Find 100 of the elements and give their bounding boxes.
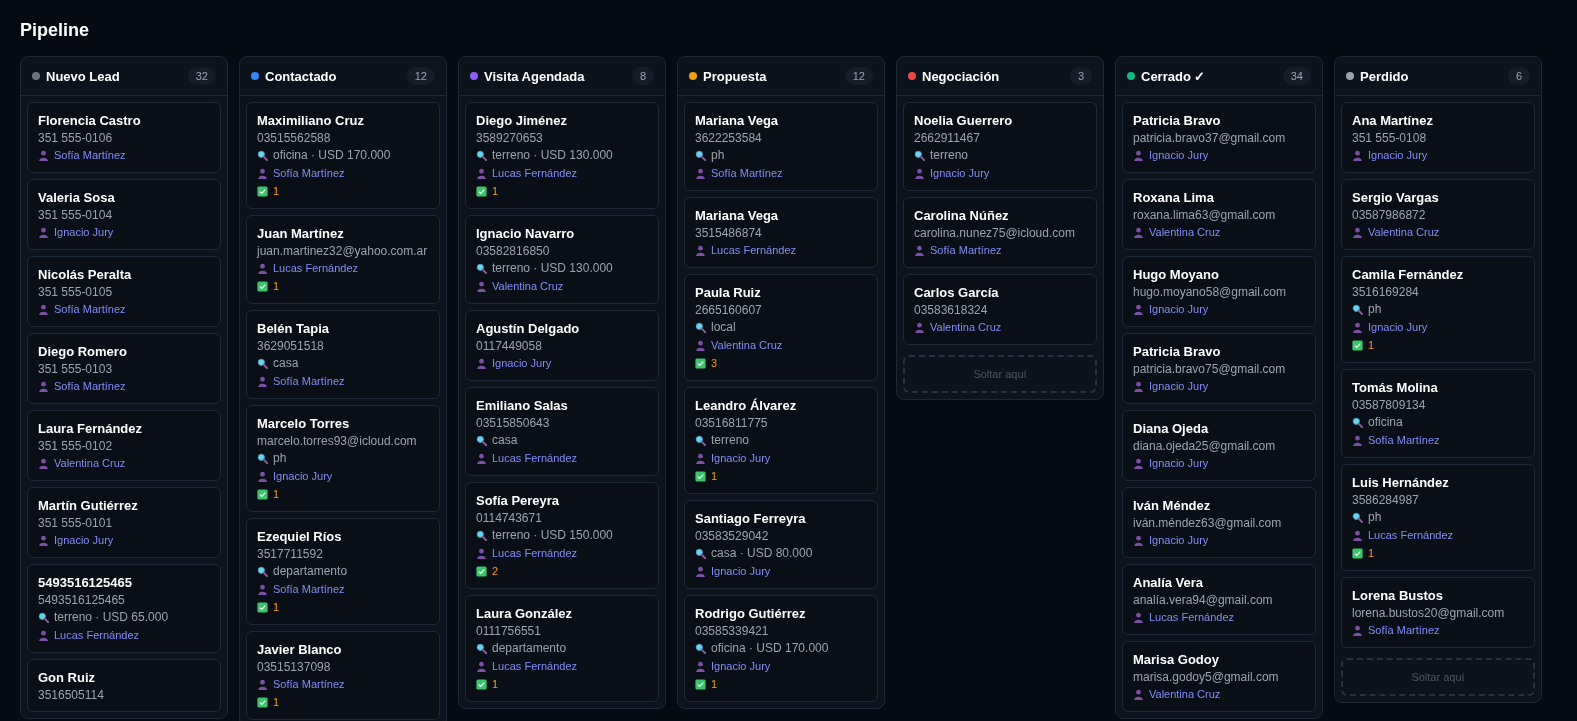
- lead-card[interactable]: Lorena Bustos lorena.bustos20@gmail.com Sofía Martínez: [1341, 577, 1535, 648]
- agent-name: Ignacio Jury: [54, 226, 114, 238]
- search-icon: [257, 149, 268, 161]
- agent-name: Sofía Martínez: [54, 303, 126, 315]
- column-title: Cerrado ✓: [1141, 68, 1207, 84]
- lead-name: Diego Romero: [38, 343, 128, 361]
- search-criteria: terreno · USD 150.000: [492, 528, 613, 542]
- lead-card[interactable]: Analía Vera analía.vera94@gmail.com Lucas Fernández: [1122, 564, 1316, 635]
- agent-name: Lucas Fernández: [1149, 611, 1234, 623]
- lead-card[interactable]: Patricia Bravo patricia.bravo37@gmail.com Ignacio Jury: [1122, 102, 1316, 173]
- lead-card[interactable]: Camila Fernández 3516169284 ph Ignacio Jury 1: [1341, 256, 1535, 363]
- lead-card[interactable]: Iván Méndez iván.méndez63@gmail.com Ignacio Jury: [1122, 487, 1316, 558]
- agent-name: Lucas Fernández: [492, 660, 577, 672]
- task-count: 1: [1368, 339, 1375, 351]
- search-icon: [695, 149, 706, 161]
- task-count: 1: [273, 696, 280, 708]
- lead-card[interactable]: Mariana Vega 3622253584 ph Sofía Martínez: [684, 102, 878, 191]
- person-icon: [1133, 688, 1144, 700]
- lead-contact: 0111756551: [476, 623, 542, 639]
- lead-card[interactable]: Belén Tapia 3629051518 casa Sofía Martínez: [246, 310, 440, 399]
- lead-name: Laura Fernández: [38, 420, 144, 438]
- lead-name: Iván Méndez: [1133, 497, 1212, 515]
- count-badge: 12: [406, 67, 435, 85]
- lead-name: Martín Gutiérrez: [38, 497, 139, 515]
- lead-card[interactable]: Valeria Sosa 351 555-0104 Ignacio Jury: [27, 179, 221, 250]
- person-icon: [1352, 434, 1363, 446]
- lead-card[interactable]: Patricia Bravo patricia.bravo75@gmail.com Ignacio Jury: [1122, 333, 1316, 404]
- person-icon: [914, 321, 925, 333]
- task-count: 3: [711, 357, 718, 369]
- lead-name: Camila Fernández: [1352, 266, 1465, 284]
- check-icon: [257, 185, 268, 197]
- agent-name: Valentina Cruz: [711, 339, 783, 351]
- lead-name: Analía Vera: [1133, 574, 1205, 592]
- lead-card[interactable]: Sofía Pereyra 0114743671 terreno · USD 150.000 Lucas Fernández 2: [465, 482, 659, 589]
- lead-card[interactable]: Mariana Vega 3515486874 Lucas Fernández: [684, 197, 878, 268]
- lead-card[interactable]: Diego Jiménez 3589270653 terreno · USD 130.000 Lucas Fernández 1: [465, 102, 659, 209]
- agent-name: Lucas Fernández: [492, 452, 577, 464]
- lead-card[interactable]: Laura González 0111756551 departamento Lucas Fernández 1: [465, 595, 659, 702]
- lead-card[interactable]: Florencia Castro 351 555-0106 Sofía Martínez: [27, 102, 221, 173]
- lead-card[interactable]: Agustín Delgado 0117449058 Ignacio Jury: [465, 310, 659, 381]
- person-icon: [695, 167, 706, 179]
- person-icon: [476, 167, 487, 179]
- lead-card[interactable]: Paula Ruiz 2665160607 local Valentina Cruz 3: [684, 274, 878, 381]
- agent-name: Ignacio Jury: [1368, 149, 1428, 161]
- lead-card[interactable]: Maximiliano Cruz 03515562588 oficina · USD 170.000 Sofía Martínez 1: [246, 102, 440, 209]
- lead-card[interactable]: Tomás Molina 03587809134 oficina Sofía Martínez: [1341, 369, 1535, 458]
- lead-card[interactable]: Noelia Guerrero 2662911467 terreno Ignacio Jury: [903, 102, 1097, 191]
- lead-card[interactable]: Santiago Ferreyra 03583529042 casa · USD 80.000 Ignacio Jury: [684, 500, 878, 589]
- lead-card[interactable]: Martín Gutiérrez 351 555-0101 Ignacio Jury: [27, 487, 221, 558]
- lead-card[interactable]: Nicolás Peralta 351 555-0105 Sofía Martínez: [27, 256, 221, 327]
- lead-card[interactable]: Gon Ruiz 3516505114: [27, 659, 221, 712]
- agent-name: Sofía Martínez: [273, 375, 345, 387]
- lead-card[interactable]: Carlos García 03583618324 Valentina Cruz: [903, 274, 1097, 345]
- lead-card[interactable]: Hugo Moyano hugo.moyano58@gmail.com Ignacio Jury: [1122, 256, 1316, 327]
- search-criteria: terreno · USD 130.000: [492, 261, 613, 275]
- search-criteria: oficina: [1368, 415, 1403, 429]
- agent-name: Sofía Martínez: [273, 167, 345, 179]
- lead-card[interactable]: Javier Blanco 03515137098 Sofía Martínez 1: [246, 631, 440, 720]
- person-icon: [914, 167, 925, 179]
- lead-card[interactable]: Diego Romero 351 555-0103 Sofía Martínez: [27, 333, 221, 404]
- lead-card[interactable]: Sergio Vargas 03587986872 Valentina Cruz: [1341, 179, 1535, 250]
- person-icon: [1133, 534, 1144, 546]
- lead-card[interactable]: Roxana Lima roxana.lima63@gmail.com Valentina Cruz: [1122, 179, 1316, 250]
- lead-contact: 5493516125465: [38, 592, 126, 608]
- lead-contact: 03515850643: [476, 415, 551, 431]
- person-icon: [1133, 149, 1144, 161]
- lead-contact: 03583618324: [914, 302, 989, 318]
- search-criteria: local: [711, 320, 736, 334]
- agent-name: Lucas Fernández: [711, 244, 796, 256]
- agent-name: Ignacio Jury: [711, 660, 771, 672]
- lead-contact: 351 555-0103: [38, 361, 114, 377]
- lead-card[interactable]: Laura Fernández 351 555-0102 Valentina Cruz: [27, 410, 221, 481]
- agent-name: Sofía Martínez: [1368, 624, 1440, 636]
- lead-contact: 03582816850: [476, 243, 551, 259]
- lead-card[interactable]: Juan Martínez juan.martinez32@yahoo.com.ar Lucas Fernández 1: [246, 215, 440, 304]
- lead-card[interactable]: Ana Martínez 351 555-0108 Ignacio Jury: [1341, 102, 1535, 173]
- agent-name: Ignacio Jury: [54, 534, 114, 546]
- lead-contact: 351 555-0101: [38, 515, 114, 531]
- lead-card[interactable]: Rodrigo Gutiérrez 03585339421 oficina · USD 170.000 Ignacio Jury 1: [684, 595, 878, 702]
- search-criteria: ph: [711, 148, 725, 162]
- lead-card[interactable]: Leandro Álvarez 03516811775 terreno Ignacio Jury 1: [684, 387, 878, 494]
- lead-card[interactable]: Ignacio Navarro 03582816850 terreno · USD 130.000 Valentina Cruz: [465, 215, 659, 304]
- lead-contact: marcelo.torres93@icloud.com: [257, 433, 418, 449]
- lead-card[interactable]: 5493516125465 5493516125465 terreno · USD 65.000 Lucas Fernández: [27, 564, 221, 653]
- person-icon: [914, 244, 925, 256]
- task-count: 1: [273, 488, 280, 500]
- person-icon: [695, 244, 706, 256]
- lead-name: Luis Hernández: [1352, 474, 1450, 492]
- agent-name: Ignacio Jury: [711, 565, 771, 577]
- lead-card[interactable]: Carolina Núñez carolina.nunez75@icloud.com Sofía Martínez: [903, 197, 1097, 268]
- lead-card[interactable]: Diana Ojeda diana.ojeda25@gmail.com Ignacio Jury: [1122, 410, 1316, 481]
- agent-name: Ignacio Jury: [492, 357, 552, 369]
- lead-card[interactable]: Marcelo Torres marcelo.torres93@icloud.com ph Ignacio Jury 1: [246, 405, 440, 512]
- search-criteria: casa: [273, 356, 299, 370]
- lead-card[interactable]: Emiliano Salas 03515850643 casa Lucas Fernández: [465, 387, 659, 476]
- lead-card[interactable]: Ezequiel Ríos 3517711592 departamento Sofía Martínez 1: [246, 518, 440, 625]
- lead-card[interactable]: Luis Hernández 3586284987 ph Lucas Fernández 1: [1341, 464, 1535, 571]
- lead-card[interactable]: Marisa Godoy marisa.godoy5@gmail.com Valentina Cruz: [1122, 641, 1316, 712]
- person-icon: [38, 457, 49, 469]
- check-icon: [257, 601, 268, 613]
